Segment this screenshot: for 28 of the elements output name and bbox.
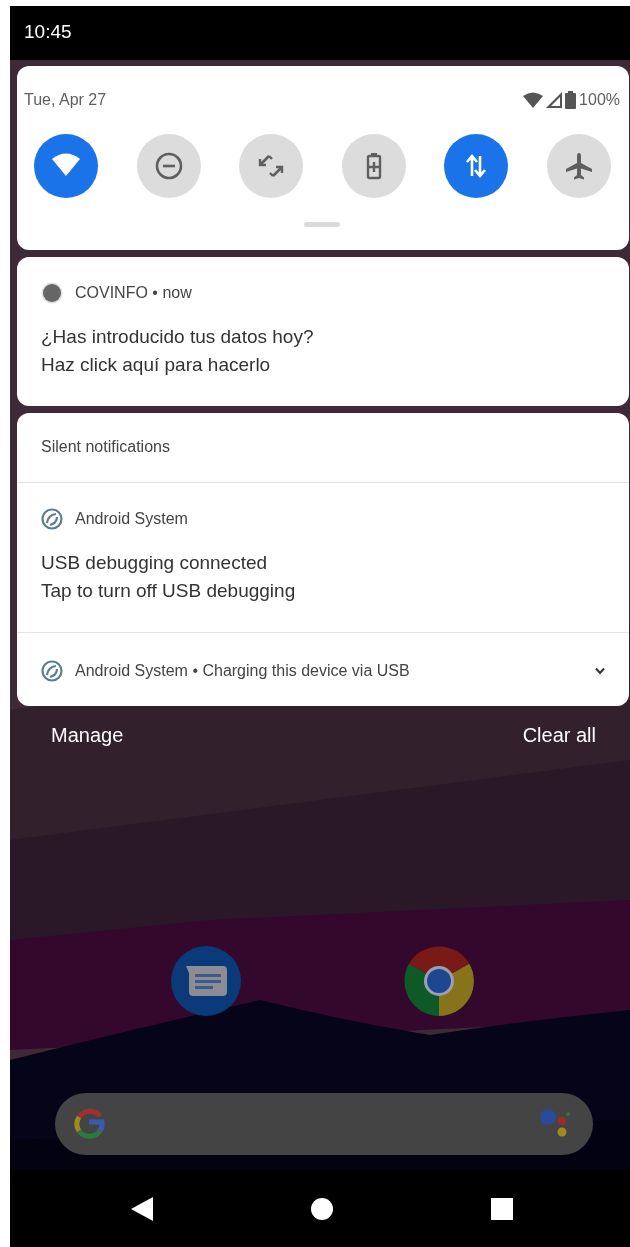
section-header: Silent notifications: [41, 437, 170, 457]
battery-percent: 100%: [579, 91, 620, 109]
notification-text: Tap to turn off USB debugging: [41, 579, 296, 603]
notification-text: Haz click aquí para hacerlo: [41, 353, 271, 377]
notification-header: COVINFO • now: [75, 284, 193, 302]
recents-icon[interactable]: [491, 1197, 513, 1220]
manage-button[interactable]: Manage: [51, 724, 124, 747]
multicolor-g-icon: [71, 1106, 107, 1142]
circled-swirl-icon: [41, 660, 63, 682]
tricolor-circle-app-icon[interactable]: [404, 946, 474, 1016]
clock-time: 10:45: [24, 21, 72, 43]
speech-bubble-app-icon[interactable]: [171, 946, 241, 1016]
battery-icon: [565, 91, 577, 109]
date-text: Tue, Apr 27: [24, 91, 108, 109]
notification-card[interactable]: COVINFO • now ¿Has introducido tus datos hoy? Haz click aquí para hacerlo: [17, 257, 629, 406]
back-icon[interactable]: [131, 1196, 153, 1221]
notification-title: ¿Has introducido tus datos hoy?: [41, 325, 314, 349]
notification-title: USB debugging connected: [41, 551, 268, 575]
wifi-signal-icon: [523, 92, 544, 108]
notification-header: Android System: [75, 510, 189, 528]
clear-all-button[interactable]: Clear all: [522, 724, 596, 747]
cell-signal-icon: [546, 92, 563, 108]
circled-swirl-icon: [41, 508, 63, 530]
chevron-down-icon[interactable]: [594, 667, 606, 675]
notification-header: Android System • Charging this device via USB: [75, 662, 411, 680]
spiky-circle-icon: [41, 282, 63, 304]
drag-handle[interactable]: [304, 222, 340, 227]
home-icon[interactable]: [311, 1197, 333, 1220]
